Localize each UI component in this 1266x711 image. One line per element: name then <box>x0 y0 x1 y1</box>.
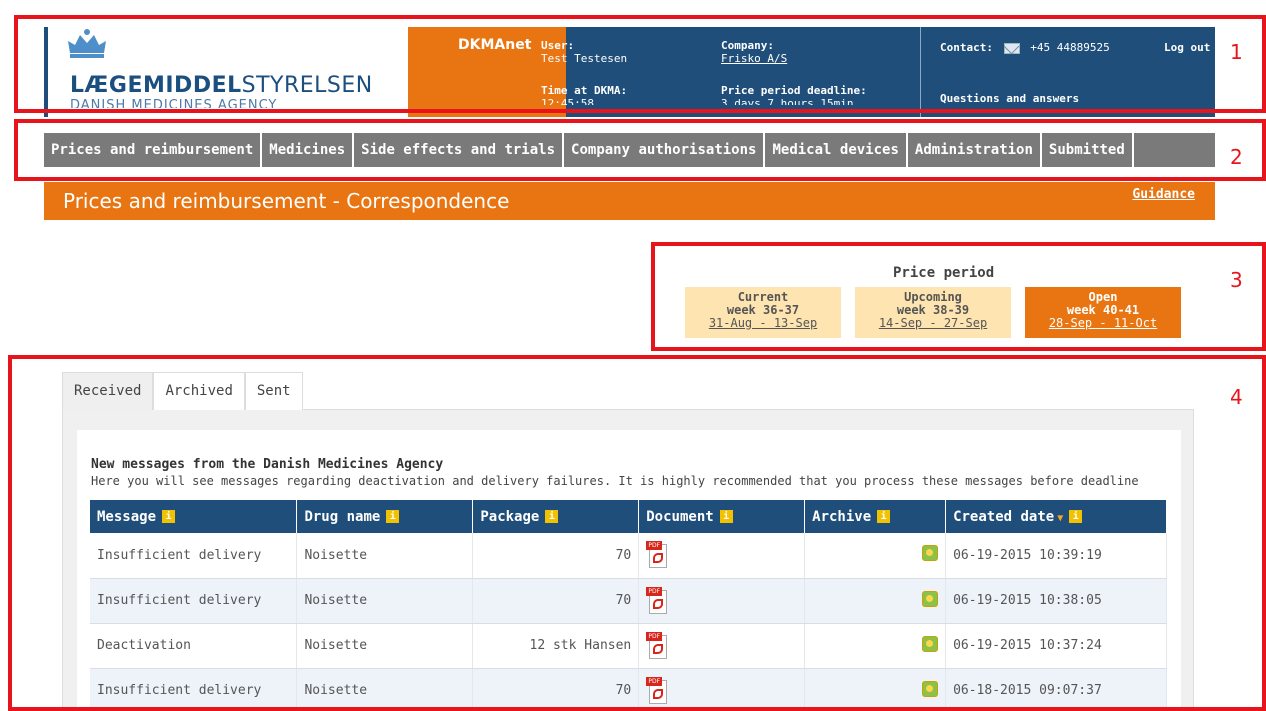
callout-box-2 <box>14 119 1266 181</box>
callout-number-2: 2 <box>1230 145 1243 169</box>
callout-box-1 <box>14 15 1266 113</box>
page-title-bar: Prices and reimbursement - Correspondenc… <box>44 182 1215 220</box>
callout-box-4 <box>8 355 1266 711</box>
page-title: Prices and reimbursement - Correspondenc… <box>63 189 510 213</box>
guidance-link[interactable]: Guidance <box>1132 187 1195 202</box>
callout-number-3: 3 <box>1230 268 1243 292</box>
callout-number-1: 1 <box>1230 40 1243 64</box>
callout-box-3 <box>651 242 1266 351</box>
callout-number-4: 4 <box>1230 385 1243 409</box>
